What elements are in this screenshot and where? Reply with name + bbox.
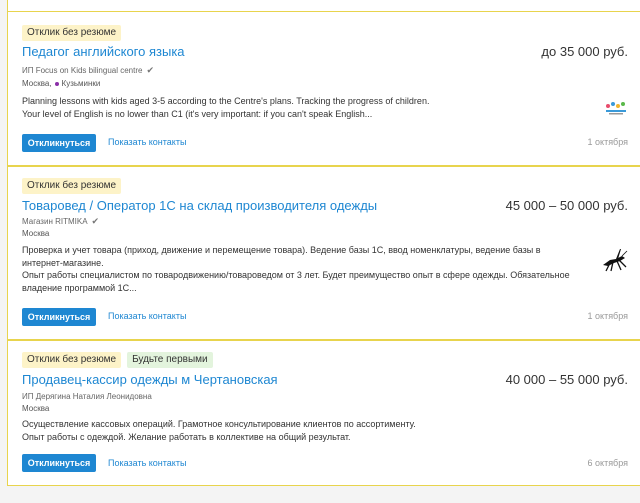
focus-kids-logo-icon xyxy=(606,102,626,115)
vacancy-salary: до 35 000 руб. xyxy=(541,44,628,59)
grasshopper-logo-icon xyxy=(603,249,628,272)
show-contacts-link[interactable]: Показать контакты xyxy=(108,458,186,468)
vacancy-card: Отклик без резюме Педагог английского яз… xyxy=(7,11,640,166)
verified-check-icon: ✔ xyxy=(91,216,100,226)
be-first-badge: Будьте первыми xyxy=(127,352,213,368)
apply-button[interactable]: Откликнуться xyxy=(22,308,96,326)
company-logo[interactable] xyxy=(604,99,628,117)
city-text: Москва xyxy=(22,229,50,238)
vacancy-title[interactable]: Товаровед / Оператор 1С на склад произво… xyxy=(22,198,377,213)
metro-icon xyxy=(54,81,59,86)
vacancy-card: Отклик без резюме Товаровед / Оператор 1… xyxy=(7,166,640,340)
publish-date: 1 октября xyxy=(587,311,628,321)
publish-date: 1 октября xyxy=(587,137,628,147)
vacancy-description: Осуществление кассовых операций. Грамотн… xyxy=(22,418,582,443)
vacancy-location: Москва xyxy=(22,229,49,238)
metro-station: Кузьминки xyxy=(61,79,101,88)
company-name-text[interactable]: ИП Focus on Kids bilingual centre xyxy=(22,66,142,75)
show-contacts-link[interactable]: Показать контакты xyxy=(108,311,186,321)
description-line: Your level of English is no lower than C… xyxy=(22,108,373,119)
vacancy-title[interactable]: Педагог английского языка xyxy=(22,44,185,59)
no-resume-badge: Отклик без резюме xyxy=(22,25,122,41)
vacancy-location: Москва, Кузьминки xyxy=(22,79,100,88)
company-name-text[interactable]: Магазин RITMIKA xyxy=(22,217,88,226)
description-line: Проверка и учет товара (приход, движение… xyxy=(22,245,541,268)
company-name-text[interactable]: ИП Дерягина Наталия Леонидовна xyxy=(22,392,152,401)
vacancy-description: Проверка и учет товара (приход, движение… xyxy=(22,244,582,294)
show-contacts-link[interactable]: Показать контакты xyxy=(108,137,186,147)
description-line: Осуществление кассовых операций. Грамотн… xyxy=(22,419,416,429)
no-resume-badge: Отклик без резюме xyxy=(22,352,122,368)
description-line: Planning lessons with kids aged 3-5 acco… xyxy=(22,96,430,106)
vacancy-card: Отклик без резюме Будьте первыми Продаве… xyxy=(7,340,640,486)
no-resume-badge: Отклик без резюме xyxy=(22,178,122,194)
vacancy-description: Planning lessons with kids aged 3-5 acco… xyxy=(22,95,582,120)
city-text: Москва xyxy=(22,404,50,413)
company-name[interactable]: Магазин RITMIKA ✔ xyxy=(22,216,99,227)
publish-date: 6 октября xyxy=(587,458,628,468)
apply-button[interactable]: Откликнуться xyxy=(22,134,96,152)
vacancy-title[interactable]: Продавец-кассир одежды м Чертановская xyxy=(22,372,278,387)
company-name[interactable]: ИП Дерягина Наталия Леонидовна xyxy=(22,392,152,401)
company-logo[interactable] xyxy=(600,245,628,273)
apply-button[interactable]: Откликнуться xyxy=(22,454,96,472)
vacancy-salary: 40 000 – 55 000 руб. xyxy=(505,372,628,387)
company-name[interactable]: ИП Focus on Kids bilingual centre ✔ xyxy=(22,65,154,76)
vacancy-salary: 45 000 – 50 000 руб. xyxy=(505,198,628,213)
description-line: Опыт работы с одеждой. Желание работать … xyxy=(22,431,351,442)
verified-check-icon: ✔ xyxy=(146,65,154,75)
city-text: Москва, xyxy=(22,79,52,88)
description-line: Опыт работы специалистом по товародвижен… xyxy=(22,270,570,293)
vacancy-location: Москва xyxy=(22,404,49,413)
